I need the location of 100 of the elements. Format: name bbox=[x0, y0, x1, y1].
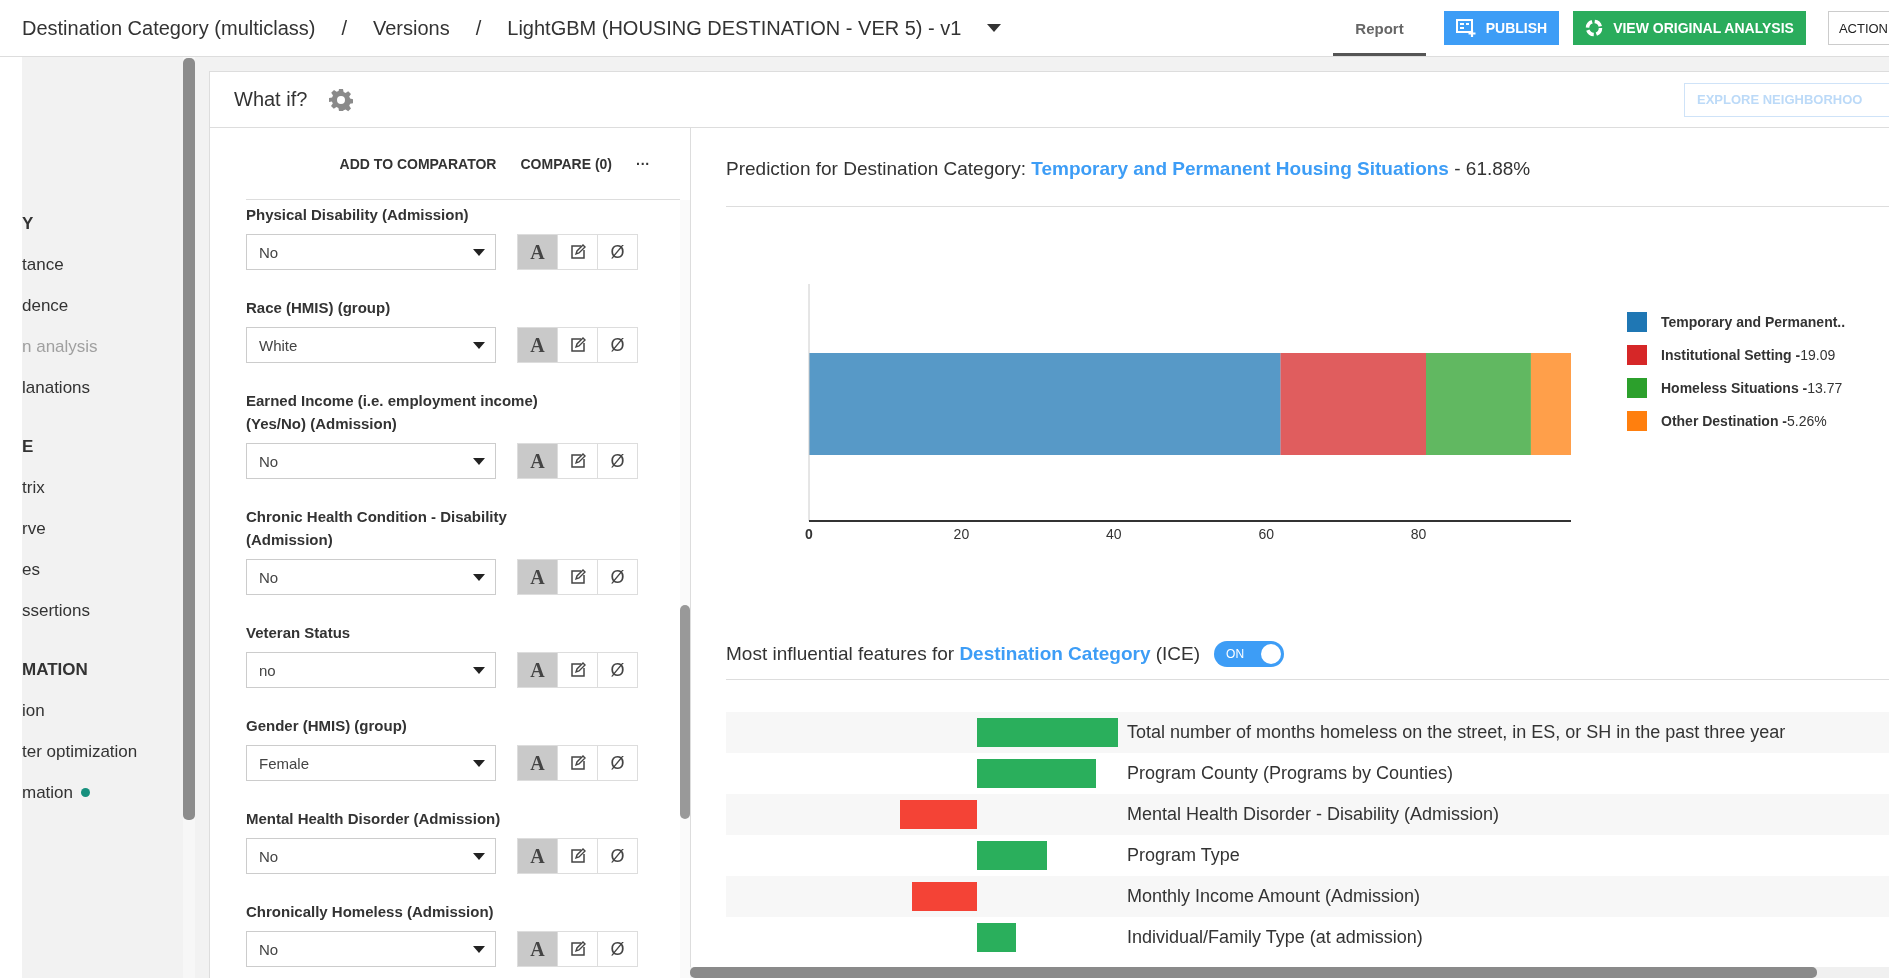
caret-icon bbox=[473, 248, 485, 256]
dropdown-field[interactable]: No bbox=[246, 559, 496, 595]
prediction-title: Prediction for Destination Category: Temporary and Permanent Housing Situations - 61.88% bbox=[726, 157, 1532, 181]
caret-icon bbox=[473, 457, 485, 465]
feature-label: Total number of months homeless on the street, in ES, or SH in the past three year bbox=[1127, 722, 1786, 743]
mode-button[interactable]: Ø bbox=[597, 559, 638, 595]
dropdown-field[interactable]: No bbox=[246, 931, 496, 967]
sidebar-item[interactable]: rve bbox=[22, 518, 46, 539]
edit-mode-button[interactable] bbox=[557, 443, 598, 479]
sidebar-item[interactable]: ion bbox=[22, 700, 45, 721]
legend-label: Other Destination -5.26% bbox=[1661, 413, 1827, 429]
legend-label: Homeless Situations -13.77 bbox=[1661, 380, 1843, 396]
mode-button[interactable]: A bbox=[517, 931, 558, 967]
legend-label: Temporary and Permanent.. bbox=[1661, 314, 1846, 330]
axis-tick-label: 40 bbox=[1106, 526, 1122, 542]
dropdown-field[interactable]: White bbox=[246, 327, 496, 363]
edit-mode-button[interactable] bbox=[557, 838, 598, 874]
dropdown-field[interactable]: No bbox=[246, 443, 496, 479]
pencil-square-icon bbox=[569, 941, 586, 957]
feature-label: Mental Health Disorder - Disability (Admission) bbox=[1127, 804, 1500, 825]
dropdown-field[interactable]: Female bbox=[246, 745, 496, 781]
dropdown-field[interactable]: no bbox=[246, 652, 496, 688]
scrollbar-thumb[interactable] bbox=[680, 605, 690, 819]
mode-button[interactable]: A bbox=[517, 745, 558, 781]
pencil-square-icon bbox=[569, 662, 586, 678]
board-plus-icon bbox=[1455, 19, 1476, 37]
mode-button[interactable]: Ø bbox=[597, 931, 638, 967]
sidebar-item[interactable]: mation bbox=[22, 782, 74, 803]
breadcrumb-separator: / bbox=[475, 16, 482, 40]
sidebar-item[interactable]: es bbox=[22, 559, 40, 580]
sidebar-item[interactable]: trix bbox=[22, 477, 45, 498]
scrollbar-thumb[interactable] bbox=[690, 967, 1817, 978]
field-label: Race (HMIS) (group) bbox=[246, 298, 392, 318]
toolbar-button[interactable]: COMPARE (0) bbox=[520, 155, 612, 172]
dropdown-field[interactable]: No bbox=[246, 234, 496, 270]
pencil-square-icon bbox=[569, 453, 586, 469]
feature-label: Program Type bbox=[1127, 845, 1240, 866]
sidebar-item[interactable]: ssertions bbox=[22, 600, 91, 621]
edit-mode-button[interactable] bbox=[557, 745, 598, 781]
breadcrumb-link[interactable]: Versions bbox=[373, 16, 450, 40]
pencil-square-icon bbox=[569, 755, 586, 771]
axis-tick-label: 0 bbox=[805, 526, 813, 542]
caret-icon bbox=[473, 759, 485, 767]
mode-button[interactable]: Ø bbox=[597, 234, 638, 270]
mode-button[interactable]: A bbox=[517, 234, 558, 270]
actions-button[interactable]: ACTION bbox=[1827, 11, 1889, 45]
edit-mode-button[interactable] bbox=[557, 652, 598, 688]
field-label: Chronic Health Condition - Disability (Admission) bbox=[246, 507, 508, 550]
caret-icon bbox=[473, 341, 485, 349]
mode-button[interactable]: Ø bbox=[597, 838, 638, 874]
sidebar-heading: Y bbox=[22, 213, 34, 234]
mode-button[interactable]: A bbox=[517, 327, 558, 363]
toolbar-button[interactable]: ADD TO COMPARATOR bbox=[339, 155, 497, 172]
sidebar-item[interactable]: ter optimization bbox=[22, 741, 138, 762]
sidebar-item[interactable]: lanations bbox=[22, 377, 91, 398]
edit-mode-button[interactable] bbox=[557, 327, 598, 363]
mode-button[interactable]: A bbox=[517, 838, 558, 874]
mode-button[interactable]: A bbox=[517, 652, 558, 688]
field-label: Physical Disability (Admission) bbox=[246, 205, 470, 225]
field-label: Mental Health Disorder (Admission) bbox=[246, 809, 502, 829]
mode-button[interactable]: Ø bbox=[597, 443, 638, 479]
caret-icon bbox=[473, 945, 485, 953]
caret-icon bbox=[473, 666, 485, 674]
dropdown-field[interactable]: No bbox=[246, 838, 496, 874]
edit-mode-button[interactable] bbox=[557, 931, 598, 967]
settings-icon[interactable] bbox=[329, 87, 354, 112]
sidebar-item[interactable]: tance bbox=[22, 254, 64, 275]
pencil-square-icon bbox=[569, 848, 586, 864]
edit-mode-button[interactable] bbox=[557, 559, 598, 595]
edit-mode-button[interactable] bbox=[557, 234, 598, 270]
sidebar-heading: E bbox=[22, 436, 34, 457]
mode-button[interactable]: Ø bbox=[597, 327, 638, 363]
feature-label: Individual/Family Type (at admission) bbox=[1127, 927, 1423, 948]
scrollbar-thumb[interactable] bbox=[183, 58, 195, 820]
feature-label: Program County (Programs by Counties) bbox=[1127, 763, 1454, 784]
pencil-square-icon bbox=[569, 244, 586, 260]
mode-button[interactable]: Ø bbox=[597, 745, 638, 781]
caret-icon[interactable] bbox=[987, 24, 1002, 32]
axis-tick-label: 80 bbox=[1410, 526, 1427, 542]
breadcrumb-link[interactable]: LightGBM (HOUSING DESTINATION - VER 5) - v1 bbox=[507, 16, 962, 40]
breadcrumb-separator: / bbox=[341, 16, 347, 40]
features-title: Most influential features for Destination Category (ICE) bbox=[726, 643, 1201, 665]
pencil-square-icon bbox=[569, 569, 586, 585]
mode-button[interactable]: A bbox=[517, 443, 558, 479]
field-label: Earned Income (i.e. employment income) (Yes/No) (Admission) bbox=[246, 391, 539, 434]
axis-tick-label: 60 bbox=[1258, 526, 1274, 542]
ring-icon bbox=[1585, 19, 1604, 37]
axis-tick-label: 20 bbox=[953, 526, 970, 542]
pencil-square-icon bbox=[569, 337, 586, 353]
sidebar-item[interactable]: dence bbox=[22, 295, 69, 316]
more-button[interactable]: ··· bbox=[636, 155, 650, 172]
mode-button[interactable]: Ø bbox=[597, 652, 638, 688]
legend-label: Institutional Setting -19.09 bbox=[1661, 347, 1836, 363]
caret-icon bbox=[473, 852, 485, 860]
feature-label: Monthly Income Amount (Admission) bbox=[1127, 886, 1421, 907]
mode-button[interactable]: A bbox=[517, 559, 558, 595]
breadcrumb-link[interactable]: Destination Category (multiclass) bbox=[22, 16, 316, 40]
field-label: Chronically Homeless (Admission) bbox=[246, 902, 495, 922]
panel-title: What if? bbox=[234, 88, 308, 111]
sidebar-heading: MATION bbox=[22, 659, 88, 680]
